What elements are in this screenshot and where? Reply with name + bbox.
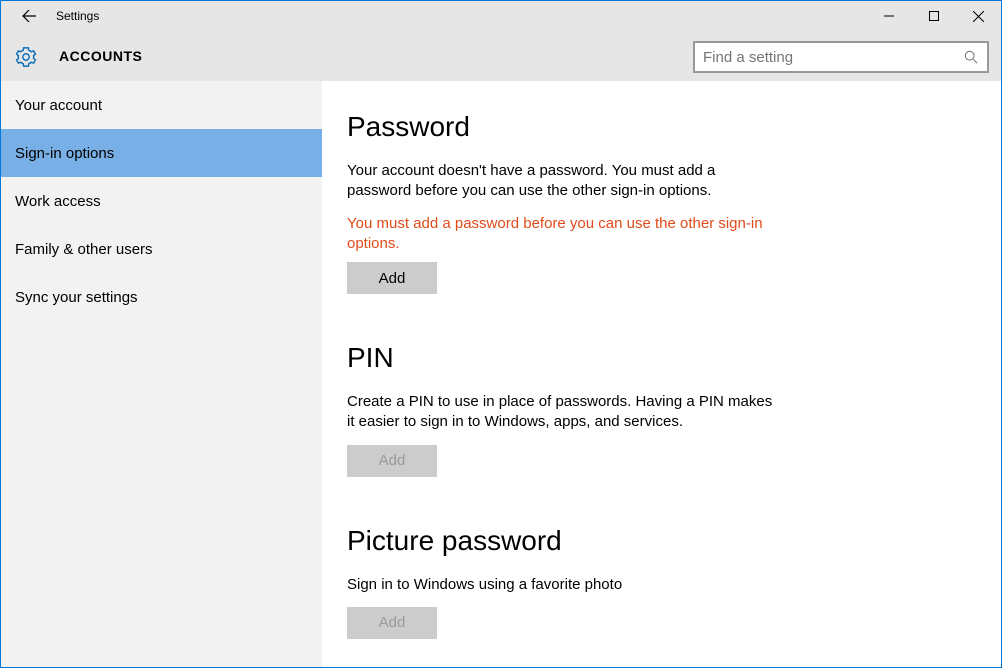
sidebar: Your account Sign-in options Work access…	[1, 81, 322, 667]
pin-add-button: Add	[347, 445, 437, 477]
sidebar-item-label: Your account	[15, 97, 102, 114]
minimize-icon	[884, 11, 894, 21]
picture-text: Sign in to Windows using a favorite phot…	[347, 575, 777, 595]
sidebar-item-label: Family & other users	[15, 241, 153, 258]
search-box[interactable]	[693, 41, 989, 73]
category-title: ACCOUNTS	[59, 48, 142, 64]
password-heading: Password	[347, 111, 976, 143]
password-error-text: You must add a password before you can u…	[347, 214, 777, 255]
header-bar: Settings ACCOUNTS	[1, 1, 1001, 81]
sidebar-item-label: Work access	[15, 193, 101, 210]
search-icon	[955, 50, 987, 64]
body-area: Your account Sign-in options Work access…	[1, 81, 1001, 667]
title-row: Settings	[1, 1, 1001, 31]
password-add-button[interactable]: Add	[347, 262, 437, 294]
gear-icon	[15, 46, 37, 68]
back-button[interactable]	[12, 1, 46, 31]
sidebar-item-work-access[interactable]: Work access	[1, 177, 322, 225]
sidebar-item-family-other-users[interactable]: Family & other users	[1, 225, 322, 273]
close-button[interactable]	[956, 1, 1001, 31]
sidebar-item-sign-in-options[interactable]: Sign-in options	[1, 129, 322, 177]
sidebar-item-sync-your-settings[interactable]: Sync your settings	[1, 273, 322, 321]
sidebar-item-label: Sync your settings	[15, 289, 138, 306]
window-controls	[866, 1, 1001, 31]
sidebar-item-your-account[interactable]: Your account	[1, 81, 322, 129]
close-icon	[973, 11, 984, 22]
minimize-button[interactable]	[866, 1, 911, 31]
pin-text: Create a PIN to use in place of password…	[347, 392, 777, 433]
search-input[interactable]	[695, 49, 955, 66]
window-title: Settings	[56, 9, 99, 23]
picture-heading: Picture password	[347, 525, 976, 557]
maximize-icon	[929, 11, 939, 21]
picture-add-button: Add	[347, 607, 437, 639]
sidebar-item-label: Sign-in options	[15, 145, 114, 162]
content-area: Password Your account doesn't have a pas…	[322, 81, 1001, 667]
pin-heading: PIN	[347, 342, 976, 374]
arrow-left-icon	[21, 8, 37, 24]
password-text: Your account doesn't have a password. Yo…	[347, 161, 777, 202]
maximize-button[interactable]	[911, 1, 956, 31]
